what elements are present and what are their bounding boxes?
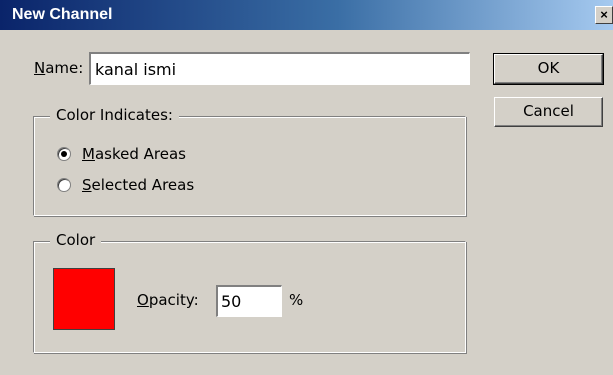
new-channel-dialog: New Channel × Name: OK Cancel Color Indi… — [0, 0, 613, 375]
opacity-label-accel: O — [137, 291, 149, 309]
name-input[interactable] — [89, 52, 470, 85]
opacity-label: Opacity: — [137, 291, 199, 309]
color-group-title: Color — [50, 231, 102, 249]
close-button[interactable]: × — [595, 6, 613, 24]
name-label: Name: — [34, 59, 83, 77]
name-label-accel: N — [34, 59, 46, 77]
name-label-text: ame: — [45, 59, 84, 77]
selected-areas-text: elected Areas — [91, 176, 195, 194]
dialog-title: New Channel — [12, 6, 113, 23]
selected-areas-label[interactable]: Selected Areas — [82, 176, 194, 194]
selected-areas-accel: S — [82, 176, 92, 194]
masked-areas-accel: M — [82, 145, 95, 163]
title-bar[interactable]: New Channel × — [0, 0, 613, 30]
color-indicates-group — [33, 116, 466, 216]
radio-selected-dot — [61, 151, 67, 157]
masked-areas-label[interactable]: Masked Areas — [82, 145, 186, 163]
opacity-input[interactable] — [216, 285, 282, 317]
cancel-button[interactable]: Cancel — [494, 97, 603, 127]
masked-areas-text: asked Areas — [94, 145, 186, 163]
selected-areas-radio[interactable] — [57, 178, 71, 192]
color-swatch[interactable] — [53, 268, 115, 330]
close-icon: × — [600, 7, 608, 22]
opacity-label-text: pacity: — [148, 291, 199, 309]
ok-button[interactable]: OK — [493, 53, 604, 85]
opacity-unit: % — [289, 291, 304, 309]
color-indicates-title: Color Indicates: — [50, 106, 179, 124]
masked-areas-radio[interactable] — [57, 147, 71, 161]
